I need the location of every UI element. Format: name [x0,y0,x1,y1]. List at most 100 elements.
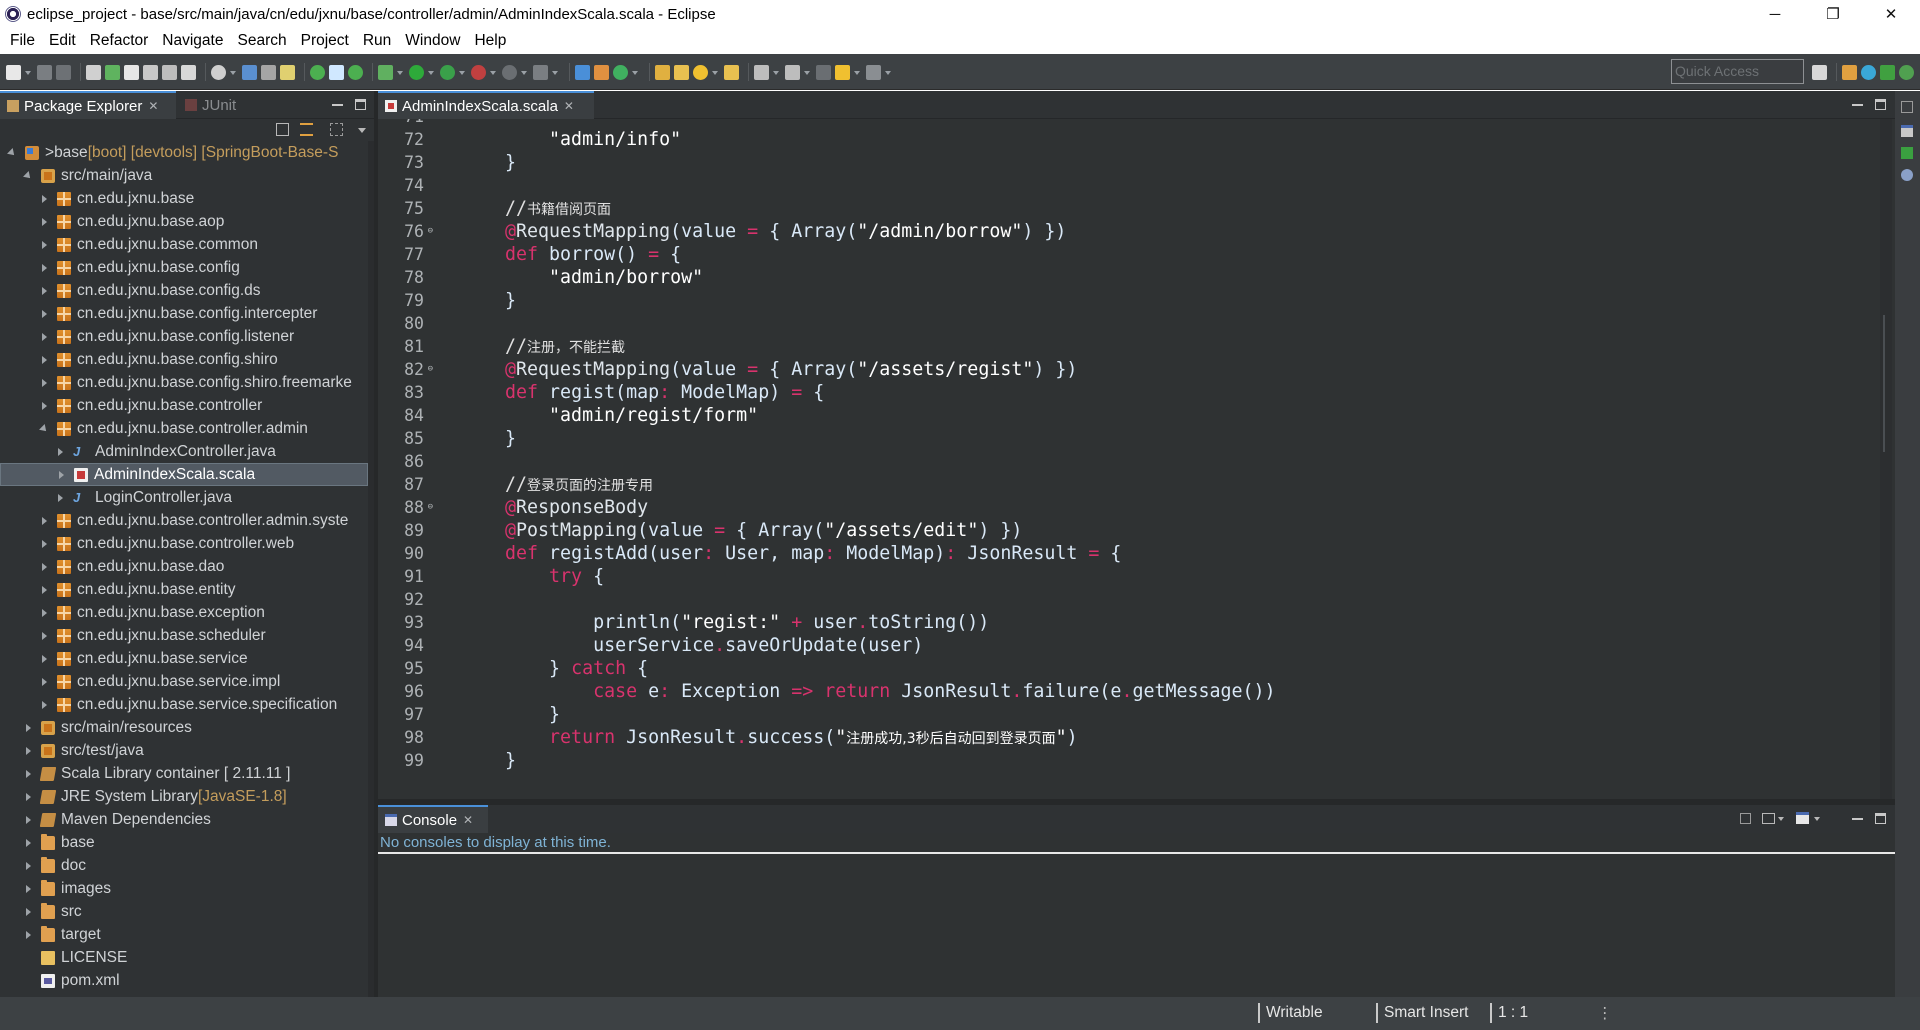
code-line[interactable]: println("regist:" + user.toString()) [461,611,989,634]
close-icon[interactable]: ✕ [463,813,473,827]
collapsed-arrow-icon[interactable] [40,677,50,687]
java-perspective-icon[interactable] [1842,64,1857,80]
tree-item[interactable]: src/main/java [0,164,368,187]
new-java-project-icon[interactable] [575,64,590,80]
tree-item[interactable]: images [0,877,368,900]
code-line[interactable]: //书籍借阅页面 [461,197,611,220]
minimize-button[interactable]: ─ [1746,0,1804,28]
new-class-icon[interactable] [613,64,628,80]
tree-item[interactable]: cn.edu.jxnu.base.controller [0,394,368,417]
coverage-dropdown-icon[interactable] [459,65,466,80]
collapsed-arrow-icon[interactable] [24,792,34,802]
collapsed-arrow-icon[interactable] [40,654,50,664]
tree-item[interactable]: cn.edu.jxnu.base.dao [0,555,368,578]
spring-boot-icon[interactable] [211,64,226,80]
close-icon[interactable]: ✕ [148,99,158,113]
menu-navigate[interactable]: Navigate [155,32,230,50]
expanded-arrow-icon[interactable] [40,424,50,434]
search-files-icon[interactable] [143,64,158,80]
spring-dropdown-icon[interactable] [230,65,237,80]
code-line[interactable]: //注册，不能拦截 [461,335,625,358]
tree-item[interactable]: cn.edu.jxnu.base.service [0,647,368,670]
tree-item[interactable]: Scala Library container [ 2.11.11 ] [0,762,368,785]
open-perspective-icon[interactable] [1812,64,1827,80]
quick-access-input[interactable]: Quick Access [1671,59,1804,84]
editor-scrollbar-thumb[interactable] [1883,315,1885,452]
code-line[interactable]: @ResponseBody [461,496,648,519]
pin-icon[interactable] [261,64,276,80]
link-with-editor-icon[interactable] [300,123,313,136]
collapsed-arrow-icon[interactable] [24,723,34,733]
tree-item[interactable]: cn.edu.jxnu.base.config.shiro [0,348,368,371]
tree-item[interactable]: Maven Dependencies [0,808,368,831]
code-line[interactable]: def registAdd(user: User, map: ModelMap)… [461,542,1121,565]
collapsed-arrow-icon[interactable] [24,769,34,779]
new-package-icon[interactable] [594,64,609,80]
code-line[interactable]: def regist(map: ModelMap) = { [461,381,824,404]
run-icon[interactable] [409,64,424,80]
collapse-all-icon[interactable] [276,123,289,136]
tree-item[interactable]: cn.edu.jxnu.base.exception [0,601,368,624]
profile-dropdown-icon[interactable] [521,65,528,80]
maximize-console-icon[interactable] [1875,813,1886,824]
new-class-dropdown-icon[interactable] [632,65,639,80]
menu-search[interactable]: Search [230,32,293,50]
tree-item[interactable]: cn.edu.jxnu.base.controller.admin.syste [0,509,368,532]
collapsed-arrow-icon[interactable] [40,355,50,365]
tree-item[interactable]: cn.edu.jxnu.base.aop [0,210,368,233]
maximize-view-icon[interactable] [355,99,366,110]
code-line[interactable]: //登录页面的注册专用 [461,473,653,496]
close-icon[interactable]: ✕ [564,99,574,113]
open-console-dropdown-icon[interactable] [1814,817,1820,821]
tab-junit[interactable]: JUnit [178,91,248,119]
scala-perspective-icon[interactable] [1861,64,1876,80]
tab-admin-index-scala[interactable]: AdminIndexScala.scala ✕ [378,91,594,119]
collapsed-arrow-icon[interactable] [40,378,50,388]
tree-item[interactable]: J LoginController.java [0,486,368,509]
collapsed-arrow-icon[interactable] [40,286,50,296]
restore-button[interactable]: ❐ [1804,0,1862,28]
menu-help[interactable]: Help [467,32,513,50]
code-line[interactable]: case e: Exception => return JsonResult.f… [461,680,1275,703]
collapsed-arrow-icon[interactable] [40,401,50,411]
code-line[interactable]: def borrow() = { [461,243,681,266]
collapsed-arrow-icon[interactable] [24,746,34,756]
save-icon[interactable] [37,64,52,80]
collapsed-arrow-icon[interactable] [56,447,66,457]
editor-scrollbar[interactable] [1880,119,1892,799]
expanded-arrow-icon[interactable] [24,171,34,181]
console-output[interactable] [378,854,1895,997]
collapsed-arrow-icon[interactable] [40,309,50,319]
tree-item[interactable]: cn.edu.jxnu.base [0,187,368,210]
tree-item[interactable]: cn.edu.jxnu.base.config.intercepter [0,302,368,325]
menu-window[interactable]: Window [398,32,467,50]
menu-refactor[interactable]: Refactor [83,32,156,50]
menu-file[interactable]: File [3,32,42,50]
open-task-icon[interactable] [124,64,139,80]
list-icon[interactable] [329,64,344,80]
next-annotation-dropdown-icon[interactable] [804,65,811,80]
code-line[interactable]: "admin/regist/form" [461,404,758,427]
collapsed-arrow-icon[interactable] [40,562,50,572]
tree-item[interactable]: target [0,923,368,946]
collapsed-arrow-icon[interactable] [40,585,50,595]
code-line[interactable]: "admin/info" [461,128,681,151]
collapsed-arrow-icon[interactable] [24,861,34,871]
server-icon[interactable] [533,64,548,80]
back-arrow-icon[interactable] [835,64,850,80]
tree-item[interactable]: cn.edu.jxnu.base.service.impl [0,670,368,693]
collapsed-arrow-icon[interactable] [24,815,34,825]
debug-dropdown-icon[interactable] [397,65,404,80]
menu-edit[interactable]: Edit [42,32,83,50]
save-all-icon[interactable] [56,64,71,80]
collapsed-arrow-icon[interactable] [24,838,34,848]
collapsed-arrow-icon[interactable] [40,700,50,710]
skip-breakpoints-icon[interactable] [86,64,101,80]
code-line[interactable]: } [461,427,516,450]
next-annotation-icon[interactable] [785,64,800,80]
open-folder-icon[interactable] [674,64,689,80]
tab-console[interactable]: Console ✕ [378,805,488,833]
tree-item[interactable]: cn.edu.jxnu.base.service.specification [0,693,368,716]
code-line[interactable]: userService.saveOrUpdate(user) [461,634,923,657]
profile-icon[interactable] [502,64,517,80]
